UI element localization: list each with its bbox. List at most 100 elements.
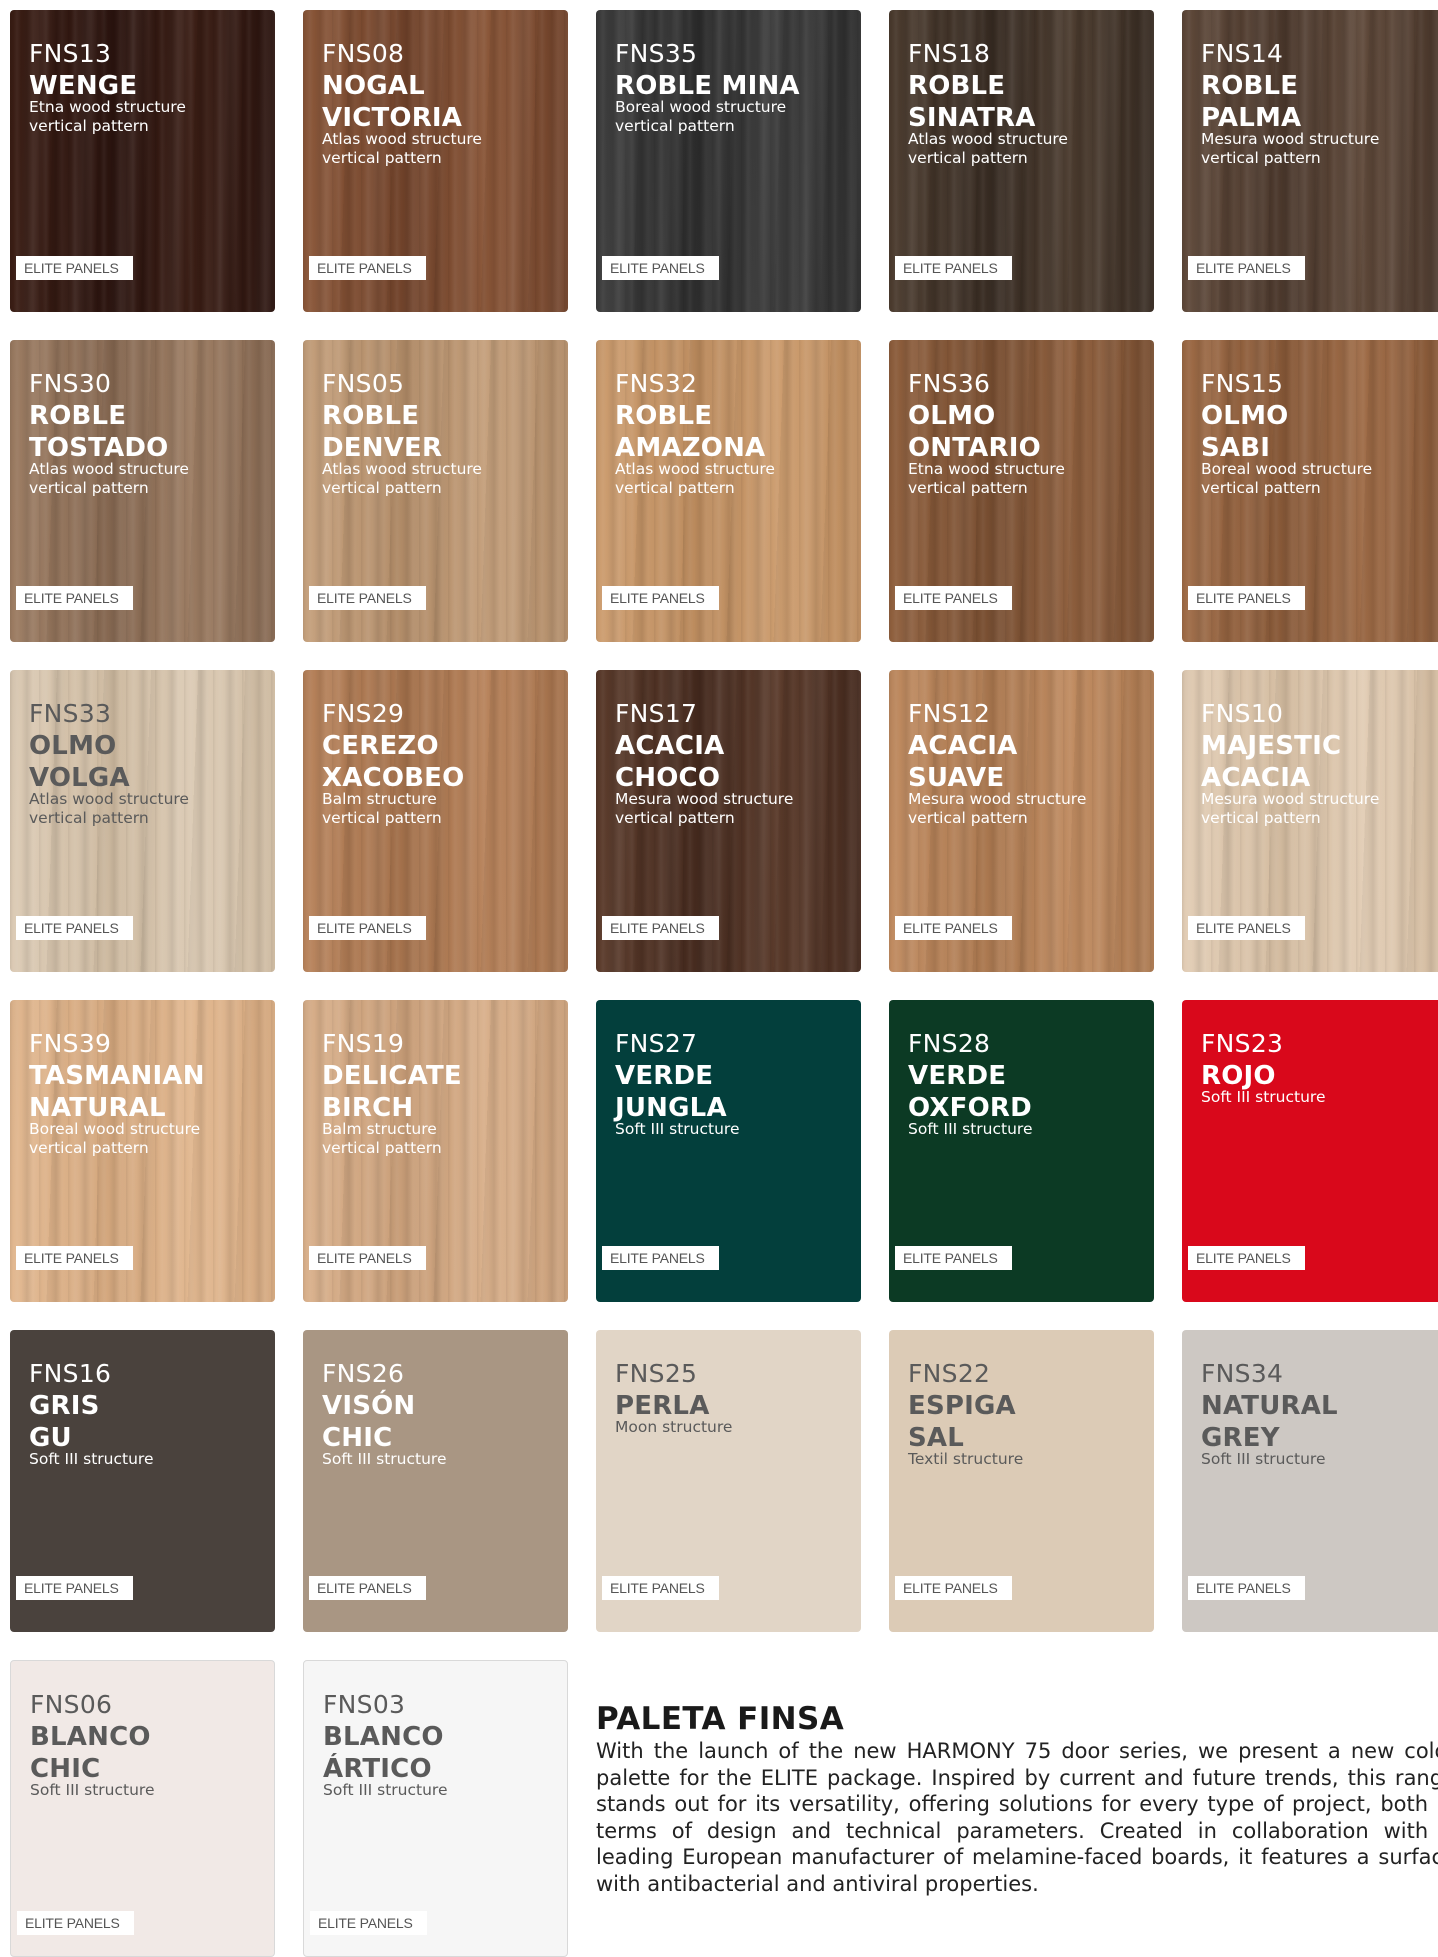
swatch-name: OLMO bbox=[908, 401, 996, 431]
swatch-code: FNS16 bbox=[29, 1359, 112, 1388]
swatch-structure: Soft III structure bbox=[30, 1781, 155, 1799]
swatch-name: BLANCO bbox=[30, 1722, 151, 1752]
swatch-fns29[interactable]: FNS29 CEREZO XACOBEO Balm structure vertical… bbox=[303, 670, 568, 972]
swatch-fns19[interactable]: FNS19 DELICATE BIRCH Balm structure vertical… bbox=[303, 1000, 568, 1302]
swatch-fns22[interactable]: FNS22 ESPIGA SAL Textil structure ELITE PANE… bbox=[889, 1330, 1154, 1632]
swatch-fns17[interactable]: FNS17 ACACIA CHOCO Mesura wood structure ver… bbox=[596, 670, 861, 972]
swatch-structure: vertical pattern bbox=[615, 117, 735, 135]
elite-panels-badge: ELITE PANELS bbox=[895, 586, 1012, 610]
swatch-structure: Balm structure bbox=[322, 790, 437, 808]
swatch-code: FNS33 bbox=[29, 699, 112, 728]
swatch-code: FNS26 bbox=[322, 1359, 405, 1388]
color-palette-grid: FNS13 WENGE Etna wood structure vertical pa… bbox=[0, 0, 1438, 1957]
swatch-fns30[interactable]: FNS30 ROBLE TOSTADO Atlas wood structure ver… bbox=[10, 340, 275, 642]
swatch-structure: Boreal wood structure bbox=[615, 98, 787, 116]
elite-panels-badge: ELITE PANELS bbox=[895, 256, 1012, 280]
elite-panels-badge: ELITE PANELS bbox=[602, 586, 719, 610]
swatch-structure: vertical pattern bbox=[908, 479, 1028, 497]
swatch-name: ROBLE bbox=[322, 401, 420, 431]
swatch-fns10[interactable]: FNS10 MAJESTIC ACACIA Mesura wood structure… bbox=[1182, 670, 1438, 972]
swatch-fns33[interactable]: FNS33 OLMO VOLGA Atlas wood structure vertic… bbox=[10, 670, 275, 972]
swatch-code: FNS36 bbox=[908, 369, 991, 398]
swatch-structure: Moon structure bbox=[615, 1418, 733, 1436]
swatch-structure: Boreal wood structure bbox=[1201, 460, 1373, 478]
swatch-code: FNS23 bbox=[1201, 1029, 1284, 1058]
swatch-name: DELICATE bbox=[322, 1061, 462, 1091]
palette-info: PALETA FINSA With the launch of the new … bbox=[596, 1700, 1438, 1898]
swatch-structure: Soft III structure bbox=[615, 1120, 740, 1138]
swatch-structure: vertical pattern bbox=[322, 479, 442, 497]
swatch-fns25[interactable]: FNS25 PERLA Moon structure ELITE PANELS bbox=[596, 1330, 861, 1632]
swatch-code: FNS15 bbox=[1201, 369, 1284, 398]
swatch-code: FNS25 bbox=[615, 1359, 698, 1388]
swatch-structure: Atlas wood structure bbox=[29, 790, 189, 808]
swatch-code: FNS35 bbox=[615, 39, 698, 68]
swatch-fns28[interactable]: FNS28 VERDE OXFORD Soft III structure ELITE … bbox=[889, 1000, 1154, 1302]
swatch-structure: Etna wood structure bbox=[29, 98, 186, 116]
swatch-structure: Atlas wood structure bbox=[908, 130, 1068, 148]
swatch-structure: vertical pattern bbox=[908, 809, 1028, 827]
swatch-fns15[interactable]: FNS15 OLMO SABI Boreal wood structure vertic… bbox=[1182, 340, 1438, 642]
swatch-code: FNS29 bbox=[322, 699, 405, 728]
swatch-fns23[interactable]: FNS23 ROJO Soft III structure ELITE PANELS bbox=[1182, 1000, 1438, 1302]
swatch-fns32[interactable]: FNS32 ROBLE AMAZONA Atlas wood structure ver… bbox=[596, 340, 861, 642]
swatch-fns16[interactable]: FNS16 GRIS GU Soft III structure ELITE PANEL… bbox=[10, 1330, 275, 1632]
swatch-code: FNS34 bbox=[1201, 1359, 1284, 1388]
elite-panels-badge: ELITE PANELS bbox=[895, 1576, 1012, 1600]
swatch-code: FNS13 bbox=[29, 39, 112, 68]
swatch-name: ROBLE bbox=[615, 401, 713, 431]
swatch-structure: Soft III structure bbox=[1201, 1088, 1326, 1106]
swatch-fns08[interactable]: FNS08 NOGAL VICTORIA Atlas wood structure ve… bbox=[303, 10, 568, 312]
swatch-code: FNS17 bbox=[615, 699, 698, 728]
swatch-fns03[interactable]: FNS03 BLANCO ÁRTICO Soft III structure ELITE… bbox=[303, 1660, 568, 1957]
swatch-code: FNS39 bbox=[29, 1029, 112, 1058]
elite-panels-badge: ELITE PANELS bbox=[895, 1246, 1012, 1270]
swatch-structure: vertical pattern bbox=[615, 479, 735, 497]
swatch-name: OLMO bbox=[29, 731, 117, 761]
swatch-code: FNS03 bbox=[323, 1690, 406, 1719]
swatch-structure: Textil structure bbox=[908, 1450, 1024, 1468]
swatch-name: ROBLE bbox=[908, 71, 1006, 101]
elite-panels-badge: ELITE PANELS bbox=[1188, 1576, 1305, 1600]
swatch-code: FNS32 bbox=[615, 369, 698, 398]
swatch-name: VERDE bbox=[615, 1061, 714, 1091]
elite-panels-badge: ELITE PANELS bbox=[16, 1246, 133, 1270]
palette-description: With the launch of the new HARMONY 75 do… bbox=[596, 1739, 1438, 1896]
swatch-name: VISÓN bbox=[322, 1391, 416, 1421]
elite-panels-badge: ELITE PANELS bbox=[16, 916, 133, 940]
elite-panels-badge: ELITE PANELS bbox=[17, 1911, 134, 1935]
swatch-structure: vertical pattern bbox=[615, 809, 735, 827]
swatch-structure: Atlas wood structure bbox=[29, 460, 189, 478]
swatch-code: FNS14 bbox=[1201, 39, 1284, 68]
swatch-name: MAJESTIC bbox=[1201, 731, 1342, 761]
swatch-code: FNS08 bbox=[322, 39, 405, 68]
swatch-fns13[interactable]: FNS13 WENGE Etna wood structure vertical pa… bbox=[10, 10, 275, 312]
swatch-fns14[interactable]: FNS14 ROBLE PALMA Mesura wood structure vert… bbox=[1182, 10, 1438, 312]
swatch-fns05[interactable]: FNS05 ROBLE DENVER Atlas wood structure vert… bbox=[303, 340, 568, 642]
swatch-structure: vertical pattern bbox=[322, 1139, 442, 1157]
swatch-fns34[interactable]: FNS34 NATURAL GREY Soft III structure ELITE … bbox=[1182, 1330, 1438, 1632]
swatch-fns35[interactable]: FNS35 ROBLE MINA Boreal wood structure vert… bbox=[596, 10, 861, 312]
swatch-fns27[interactable]: FNS27 VERDE JUNGLA Soft III structure ELITE … bbox=[596, 1000, 861, 1302]
swatch-structure: Soft III structure bbox=[1201, 1450, 1326, 1468]
palette-title: PALETA FINSA bbox=[596, 1701, 845, 1737]
swatch-code: FNS22 bbox=[908, 1359, 991, 1388]
swatch-fns36[interactable]: FNS36 OLMO ONTARIO Etna wood structure verti… bbox=[889, 340, 1154, 642]
swatch-fns06[interactable]: FNS06 BLANCO CHIC Soft III structure ELITE P… bbox=[10, 1660, 275, 1957]
swatch-structure: Soft III structure bbox=[322, 1450, 447, 1468]
swatch-structure: vertical pattern bbox=[1201, 809, 1321, 827]
swatch-structure: Mesura wood structure bbox=[1201, 130, 1380, 148]
swatch-name: ROBLE bbox=[1201, 71, 1299, 101]
swatch-name: GRIS bbox=[29, 1391, 100, 1421]
elite-panels-badge: ELITE PANELS bbox=[309, 1576, 426, 1600]
swatch-code: FNS06 bbox=[30, 1690, 113, 1719]
swatch-code: FNS28 bbox=[908, 1029, 991, 1058]
swatch-fns18[interactable]: FNS18 ROBLE SINATRA Atlas wood structure ver… bbox=[889, 10, 1154, 312]
swatch-structure: vertical pattern bbox=[29, 1139, 149, 1157]
swatch-structure: Etna wood structure bbox=[908, 460, 1065, 478]
swatch-fns39[interactable]: FNS39 TASMANIAN NATURAL Boreal wood structu… bbox=[10, 1000, 275, 1302]
swatch-fns26[interactable]: FNS26 VISÓN CHIC Soft III structure ELITE PA… bbox=[303, 1330, 568, 1632]
swatch-fns12[interactable]: FNS12 ACACIA SUAVE Mesura wood structure ver… bbox=[889, 670, 1154, 972]
swatch-name: ACACIA bbox=[908, 731, 1018, 761]
swatch-structure: vertical pattern bbox=[1201, 149, 1321, 167]
